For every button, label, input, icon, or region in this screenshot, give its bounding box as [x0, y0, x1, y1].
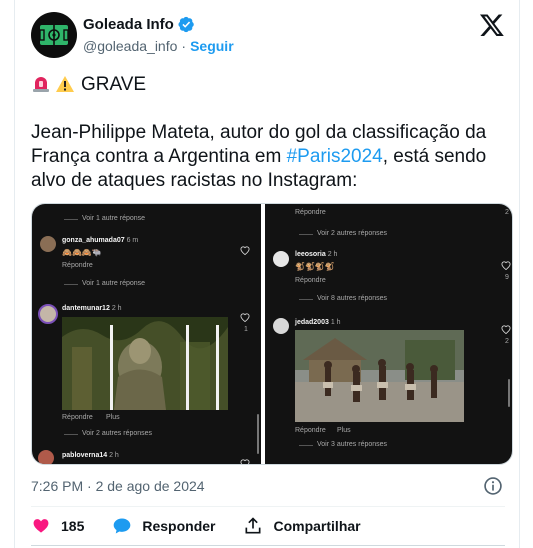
like-count: 2 — [505, 338, 509, 345]
handle[interactable]: @goleada_info — [83, 38, 177, 54]
comment-text: 🐒🐒🐒🐒 — [295, 262, 335, 271]
tweet-body: Jean-Philippe Mateta, autor do gol da cl… — [31, 121, 505, 193]
thread-line — [64, 284, 78, 285]
separator-dot: · — [181, 38, 187, 54]
heart-icon[interactable] — [240, 459, 250, 465]
share-label: Compartilhar — [273, 518, 361, 534]
comment-image-statue[interactable] — [62, 317, 228, 410]
siren-emoji-icon — [33, 77, 49, 92]
tweet-actions: 185 Responder Compartilhar — [31, 514, 389, 538]
profile-avatar[interactable] — [31, 12, 77, 58]
like-count: 1 — [244, 326, 248, 333]
comment-image-dancers[interactable] — [295, 330, 464, 422]
thread-line — [299, 234, 313, 235]
view-replies-link[interactable]: Voir 2 autres réponses — [317, 230, 387, 237]
comment-username[interactable]: gonza_ahumada07 6 m — [62, 237, 138, 244]
reply-link[interactable]: Répondre — [295, 277, 326, 284]
share-icon — [245, 517, 261, 534]
thread-line — [64, 434, 78, 435]
avatar[interactable] — [40, 236, 56, 252]
heart-icon[interactable] — [501, 325, 511, 334]
avatar[interactable] — [273, 251, 289, 267]
reply-link[interactable]: Répondre — [62, 262, 93, 269]
more-link[interactable]: Plus — [106, 414, 120, 421]
divider — [31, 506, 505, 507]
hashtag-link[interactable]: #Paris2024 — [287, 146, 383, 167]
heart-icon — [33, 519, 49, 533]
tweet-header: Goleada Info @goleada_info · Seguir — [31, 12, 505, 58]
media-panel-left[interactable]: Voir 1 autre réponse gonza_ahumada07 6 m… — [32, 204, 261, 465]
media-panel-right[interactable]: Répondre 2 Voir 2 autres réponses leeoso… — [265, 204, 512, 464]
grave-text: GRAVE — [81, 74, 147, 95]
reply-button[interactable]: Responder — [112, 516, 215, 536]
scrollbar[interactable] — [257, 414, 259, 454]
thread-line — [299, 299, 313, 300]
comment-username[interactable]: leeosoria 2 h — [295, 251, 337, 258]
follow-button[interactable]: Seguir — [190, 38, 234, 54]
view-replies-link[interactable]: Voir 3 autres réponses — [317, 441, 387, 448]
reply-link[interactable]: Répondre — [295, 209, 326, 216]
tweet-card: Goleada Info @goleada_info · Seguir GRAV… — [14, 0, 520, 548]
reply-label: Responder — [142, 518, 216, 534]
share-button[interactable]: Compartilhar — [243, 516, 361, 536]
like-count: 9 — [505, 274, 509, 281]
handle-row: @goleada_info · Seguir — [83, 38, 234, 54]
bottom-divider — [31, 545, 505, 546]
view-replies-link[interactable]: Voir 2 autres réponses — [82, 430, 152, 437]
display-name[interactable]: Goleada Info — [83, 16, 174, 33]
reply-link[interactable]: Répondre — [62, 414, 93, 421]
reply-link[interactable]: Répondre — [295, 427, 326, 434]
more-link[interactable]: Plus — [337, 427, 351, 434]
view-replies-link[interactable]: Voir 8 autres réponses — [317, 295, 387, 302]
like-count: 2 — [505, 209, 509, 216]
like-button[interactable]: 185 — [31, 516, 84, 536]
comment-username[interactable]: pabloverna14 2 h — [62, 452, 119, 459]
tweet-timestamp[interactable]: 7:26 PM · 2 de ago de 2024 — [31, 478, 205, 494]
heart-icon[interactable] — [501, 261, 511, 270]
avatar[interactable] — [38, 304, 58, 324]
avatar[interactable] — [38, 450, 54, 464]
avatar[interactable] — [273, 318, 289, 334]
warning-emoji-icon — [56, 76, 74, 92]
name-row: Goleada Info — [83, 16, 195, 33]
comment-text: 🙈🙈🙈🐃 — [62, 248, 102, 257]
verified-badge-icon — [178, 16, 194, 33]
thread-line — [299, 445, 313, 446]
heart-icon[interactable] — [240, 313, 250, 322]
heart-icon[interactable] — [240, 246, 250, 255]
view-replies-link[interactable]: Voir 1 autre réponse — [82, 215, 145, 222]
like-count: 185 — [61, 518, 85, 534]
view-replies-link[interactable]: Voir 1 autre réponse — [82, 280, 145, 287]
comment-username[interactable]: jedad2003 1 h — [295, 319, 341, 326]
tweet-line-grave: GRAVE — [31, 73, 505, 97]
tweet-media[interactable]: Voir 1 autre réponse gonza_ahumada07 6 m… — [31, 203, 513, 465]
info-icon[interactable] — [483, 476, 503, 496]
reply-bubble-icon — [114, 518, 131, 534]
x-logo-icon[interactable] — [479, 12, 505, 38]
comment-username[interactable]: dantemunar12 2 h — [62, 305, 122, 312]
thread-line — [64, 219, 78, 220]
scrollbar[interactable] — [508, 379, 510, 407]
goleada-logo-icon — [39, 25, 69, 45]
